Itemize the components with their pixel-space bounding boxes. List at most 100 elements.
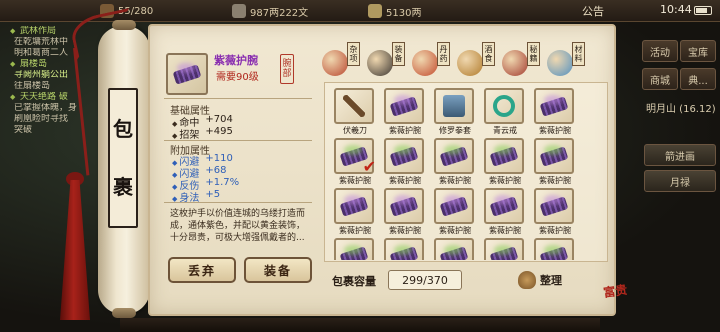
slot-frame: [334, 238, 374, 260]
slot-frame: [484, 238, 524, 260]
equip-button[interactable]: 装备: [244, 257, 312, 283]
inventory-slot[interactable]: 紫薇护腕: [434, 188, 476, 236]
inventory-slot[interactable]: ✔ 紫薇护腕: [334, 138, 376, 186]
bracer-icon: [341, 245, 367, 260]
slot-label: 紫薇护腕: [389, 226, 421, 235]
slot-label: 紫薇护腕: [539, 226, 571, 235]
stat-value: +495: [205, 126, 233, 137]
category-tab[interactable]: 丹药: [412, 42, 452, 80]
silver-icon: [368, 4, 382, 18]
bracer-icon: [441, 145, 467, 167]
inventory-slot[interactable]: 青云戒: [484, 88, 526, 136]
inventory-slot[interactable]: 修罗拳套: [434, 88, 476, 136]
bracer-icon: [541, 245, 567, 260]
slot-label: 紫薇护腕: [539, 126, 571, 135]
inventory-slot[interactable]: 紫薇护腕: [534, 188, 576, 236]
capacity-value: 299/370: [388, 270, 462, 290]
slot-frame: [534, 138, 574, 174]
slot-frame: [384, 138, 424, 174]
category-tab[interactable]: 酒食: [457, 42, 497, 80]
discard-button[interactable]: 丢弃: [168, 257, 236, 283]
inventory-slot[interactable]: 紫薇护腕: [484, 188, 526, 236]
category-label: 杂项: [347, 42, 360, 66]
quest-text: 寻阙州躺公出: [14, 70, 69, 80]
category-label: 装备: [392, 42, 405, 66]
bracer-icon: [491, 195, 517, 217]
bracer-icon: [541, 145, 567, 167]
category-tab[interactable]: 杂项: [322, 42, 362, 80]
capacity-label: 包裹容量: [332, 275, 376, 288]
category-tab[interactable]: 秘籍: [502, 42, 542, 80]
category-tab[interactable]: 装备: [367, 42, 407, 80]
category-label: 丹药: [437, 42, 450, 66]
inventory-slot[interactable]: 紫薇护腕: [334, 238, 376, 260]
inventory-slot[interactable]: 伏羲刀: [334, 88, 376, 136]
item-grid[interactable]: 伏羲刀 紫薇护腕 修罗拳套 青云戒 紫薇护腕 ✔ 紫薇护腕 紫薇护腕 紫薇护腕 紫薇护腕 紫薇护腕紫…: [334, 88, 598, 260]
slot-label: 青云戒: [493, 126, 517, 135]
scroll-cap-bottom: [112, 308, 136, 318]
category-icon: [412, 50, 438, 76]
blade-icon: [343, 95, 365, 117]
inventory-slot[interactable]: 紫薇护腕: [384, 88, 426, 136]
sort-button[interactable]: 整理: [518, 268, 594, 292]
inventory-slot[interactable]: 紫薇护腕: [434, 238, 476, 260]
advance-label: 箭进画: [665, 151, 695, 163]
category-label: 材料: [572, 42, 585, 66]
slot-label: 紫薇护腕: [489, 176, 521, 185]
slot-frame: [434, 88, 474, 124]
slot-label: 紫薇护腕: [439, 176, 471, 185]
bracer-icon: [174, 63, 200, 85]
slot-char: 部: [282, 69, 292, 79]
location-label: 明月山 (16.12): [646, 104, 716, 115]
inventory-slot[interactable]: 紫薇护腕: [534, 238, 576, 260]
slot-frame: [484, 138, 524, 174]
category-tab[interactable]: 材料: [547, 42, 587, 80]
resource-copper: 987两222文: [232, 3, 308, 19]
inventory-slot[interactable]: 紫薇护腕: [534, 88, 576, 136]
slot-frame: [384, 88, 424, 124]
stat-row: 招架 +495: [172, 126, 233, 141]
advance-button[interactable]: 箭进画: [644, 144, 716, 166]
slot-frame: [434, 188, 474, 224]
inventory-slot[interactable]: 紫薇护腕: [334, 188, 376, 236]
shop-button[interactable]: 商城: [642, 68, 678, 90]
category-icon: [367, 50, 393, 76]
slot-frame: [484, 88, 524, 124]
slot-char: 腕: [282, 59, 292, 69]
treasury-button[interactable]: 宝库: [680, 40, 716, 62]
quest-text: 往扇楼岛: [14, 81, 51, 91]
bracer-icon: [391, 245, 417, 260]
inventory-slot[interactable]: 紫薇护腕: [384, 238, 426, 260]
resource-silver: 5130两: [368, 3, 421, 19]
monthly-button[interactable]: 月禄: [644, 170, 716, 192]
inventory-slot[interactable]: 紫薇护腕: [384, 188, 426, 236]
item-description: 这枚护手以价值连城的乌缕打造而成，通体紫色，并配以黄金装饰，十分昂贵，可极大增强…: [170, 209, 306, 243]
scroll-cap-top: [112, 20, 136, 30]
inventory-slot[interactable]: 紫薇护腕: [534, 138, 576, 186]
title-char-1: 包: [113, 117, 133, 141]
notice-button[interactable]: 公告: [582, 3, 604, 19]
slot-label: 紫薇护腕: [339, 176, 371, 185]
seal-stamp: 富贵: [602, 282, 629, 300]
bottom-toolbar: [120, 318, 600, 332]
slot-frame: [434, 238, 474, 260]
bracer-icon: [541, 195, 567, 217]
slot-label: 紫薇护腕: [539, 176, 571, 185]
selected-item-thumbnail: [166, 53, 208, 95]
inventory-slot[interactable]: 紫薇护腕: [484, 138, 526, 186]
category-icon: [322, 50, 348, 76]
quest-heading: 扇楼岛: [0, 59, 95, 70]
activity-button[interactable]: 活动: [642, 40, 678, 62]
item-name: 紫薇护腕: [214, 54, 258, 67]
slot-frame: [334, 188, 374, 224]
inventory-slot[interactable]: 紫薇护腕: [434, 138, 476, 186]
sort-label: 整理: [540, 274, 562, 287]
inventory-slot[interactable]: 紫薇护腕: [384, 138, 426, 186]
records-button[interactable]: 典...: [680, 68, 716, 90]
item-level-requirement: 需要90级: [216, 72, 259, 83]
inventory-slot[interactable]: 紫薇护腕: [484, 238, 526, 260]
divider: [164, 140, 312, 141]
slot-label: 紫薇护腕: [389, 176, 421, 185]
slot-label: 修罗拳套: [439, 126, 471, 135]
title-char-2: 裹: [113, 175, 133, 199]
